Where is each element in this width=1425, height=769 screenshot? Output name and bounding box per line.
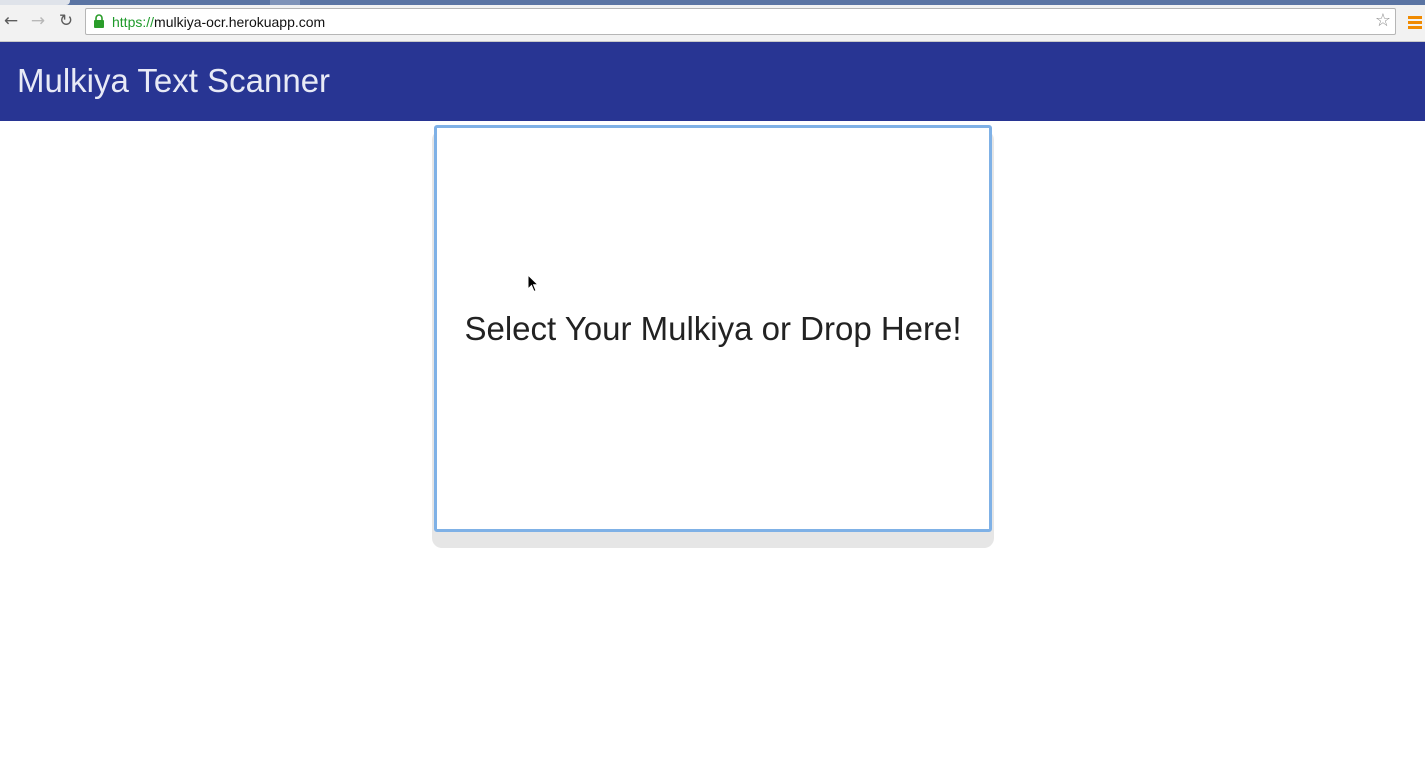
page-title: Mulkiya Text Scanner <box>17 62 331 99</box>
hamburger-menu-icon[interactable] <box>1408 16 1422 30</box>
mouse-cursor-icon <box>527 274 539 293</box>
file-drop-zone[interactable]: Select Your Mulkiya or Drop Here! <box>434 125 992 532</box>
forward-arrow-icon[interactable]: → <box>27 10 49 32</box>
address-bar[interactable]: https://mulkiya-ocr.herokuapp.com ☆ <box>85 8 1396 35</box>
browser-toolbar: ← → ↻ https://mulkiya-ocr.herokuapp.com … <box>0 5 1425 42</box>
star-icon[interactable]: ☆ <box>1375 10 1391 31</box>
lock-icon <box>94 14 104 28</box>
url-scheme: https:// <box>112 14 155 30</box>
drop-zone-prompt: Select Your Mulkiya or Drop Here! <box>464 309 962 347</box>
app-header: Mulkiya Text Scanner <box>0 42 1425 121</box>
url-host: mulkiya-ocr.herokuapp.com <box>154 14 326 30</box>
back-arrow-icon[interactable]: ← <box>0 10 22 32</box>
reload-icon[interactable]: ↻ <box>55 10 77 32</box>
url-text: https://mulkiya-ocr.herokuapp.com <box>112 14 325 30</box>
